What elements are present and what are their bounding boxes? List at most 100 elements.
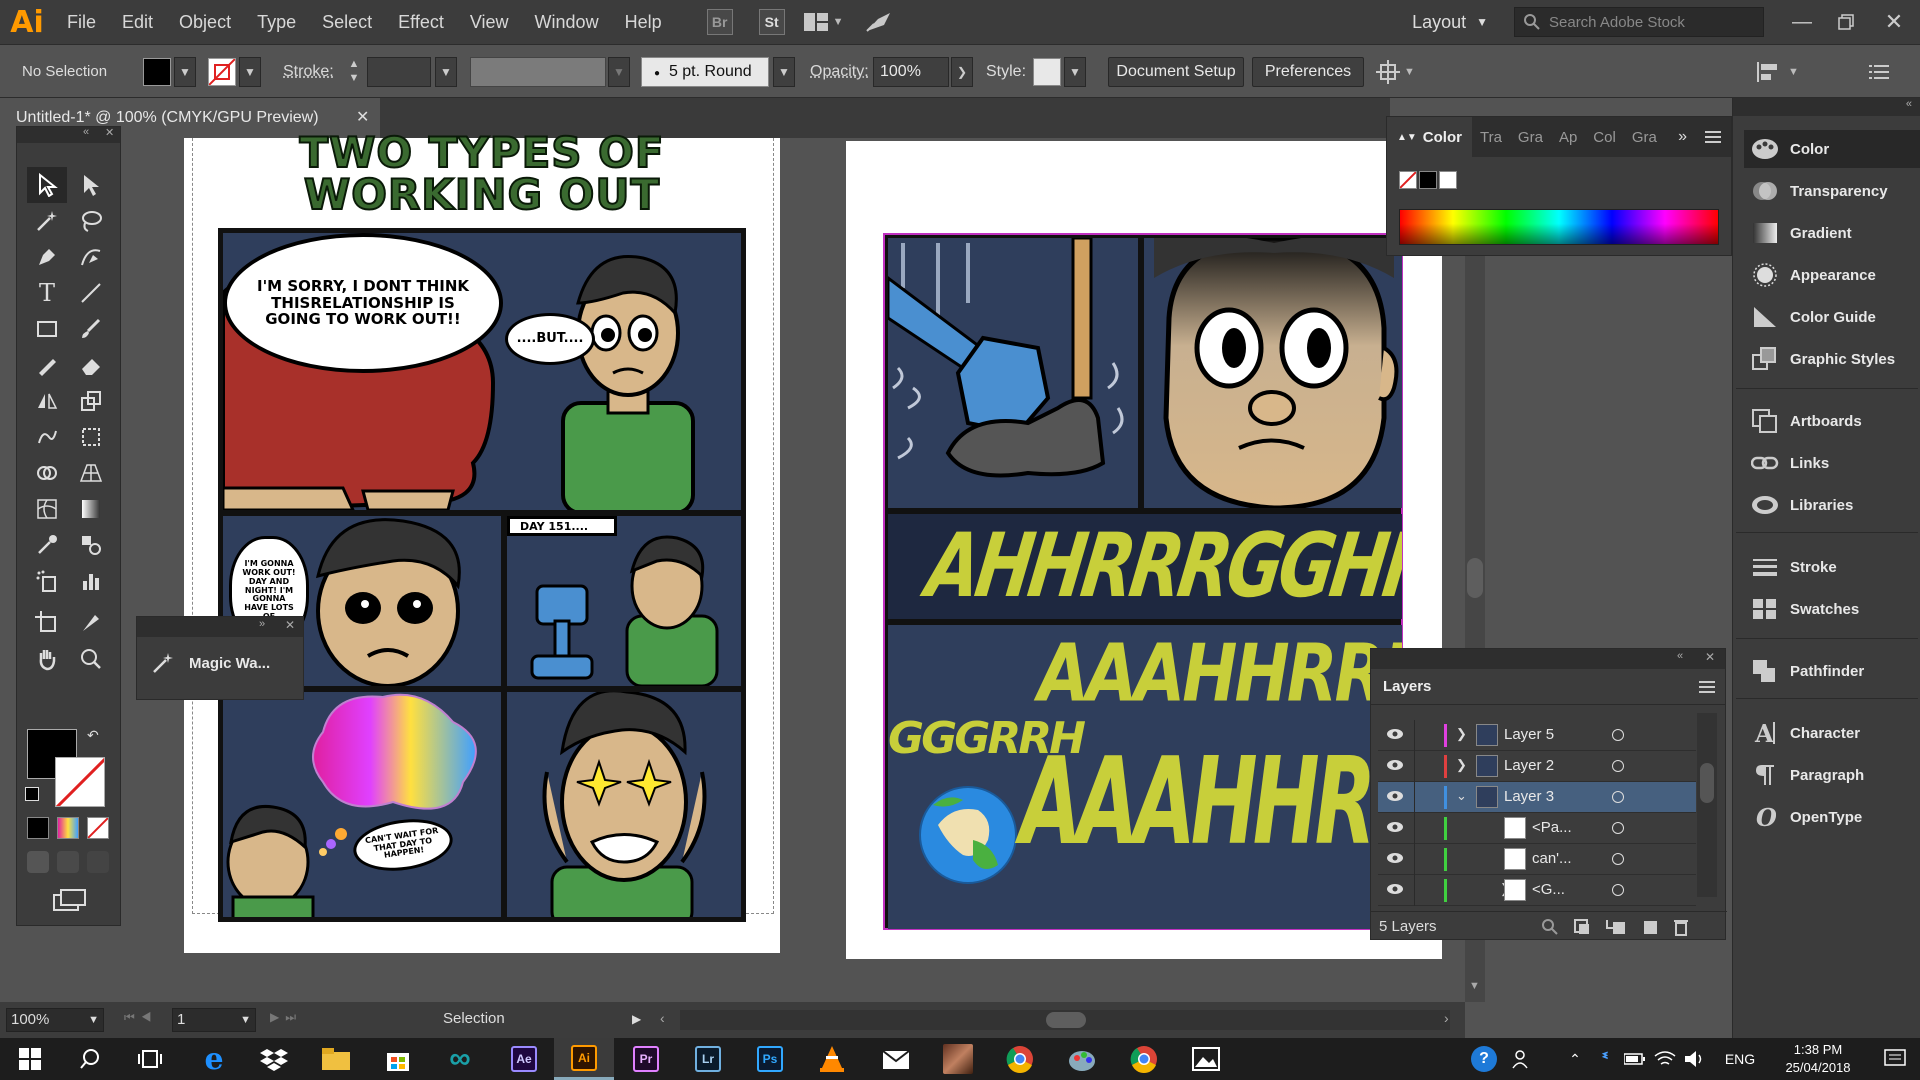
- search-taskbar-icon[interactable]: [60, 1038, 120, 1080]
- menu-edit[interactable]: Edit: [109, 0, 166, 44]
- tools-panel-header[interactable]: « ✕: [17, 126, 120, 143]
- premiere-icon[interactable]: Pr: [616, 1038, 676, 1080]
- blend-tool-icon[interactable]: [71, 527, 111, 563]
- curvature-tool-icon[interactable]: [71, 239, 111, 275]
- delete-layer-icon[interactable]: [1673, 918, 1689, 936]
- collapse-icon[interactable]: «: [83, 126, 89, 138]
- lock-column[interactable]: [1414, 782, 1415, 813]
- preferences-button[interactable]: Preferences: [1252, 57, 1364, 87]
- wifi-icon[interactable]: [1650, 1038, 1680, 1080]
- file-explorer-icon[interactable]: [306, 1038, 366, 1080]
- fill-swatch[interactable]: [143, 58, 171, 86]
- menu-type[interactable]: Type: [244, 0, 309, 44]
- chevron-down-icon[interactable]: ⌄: [1456, 788, 1467, 804]
- layer-name[interactable]: <Pa...: [1532, 819, 1572, 836]
- profile-dropdown[interactable]: ▼: [608, 57, 630, 87]
- volume-icon[interactable]: [1680, 1038, 1710, 1080]
- magic-wand-panel-tab[interactable]: Magic Wa...: [137, 637, 303, 689]
- eye-icon[interactable]: [1386, 852, 1404, 864]
- layers-tab[interactable]: Layers: [1371, 669, 1725, 705]
- close-panel-icon[interactable]: ✕: [105, 126, 114, 139]
- new-layer-icon[interactable]: [1641, 918, 1659, 936]
- tab-color-guide[interactable]: Col: [1585, 129, 1624, 146]
- lock-column[interactable]: [1414, 720, 1415, 751]
- draw-behind-icon[interactable]: [57, 851, 79, 873]
- align-icon[interactable]: ▼: [1756, 57, 1816, 87]
- document-setup-button[interactable]: Document Setup: [1108, 57, 1244, 87]
- layer-row[interactable]: ❯<G...: [1378, 875, 1696, 906]
- edge-browser-icon[interactable]: e: [184, 1038, 244, 1080]
- layer-row[interactable]: ❯ Layer 5: [1378, 720, 1696, 751]
- artboard-field[interactable]: 1 ▼: [172, 1008, 256, 1032]
- style-swatch[interactable]: [1033, 58, 1061, 86]
- color-mode-icon[interactable]: [27, 817, 49, 839]
- task-view-icon[interactable]: [120, 1038, 180, 1080]
- lock-column[interactable]: [1414, 875, 1415, 906]
- eye-icon[interactable]: [1386, 728, 1404, 740]
- stroke-weight-input[interactable]: [367, 57, 431, 87]
- target-icon[interactable]: [1612, 884, 1624, 896]
- bridge-button[interactable]: Br: [706, 9, 733, 35]
- mesh-tool-icon[interactable]: [27, 491, 67, 527]
- menu-effect[interactable]: Effect: [385, 0, 457, 44]
- chrome-icon[interactable]: [990, 1038, 1050, 1080]
- vlc-icon[interactable]: [802, 1038, 862, 1080]
- black-swatch[interactable]: [1419, 171, 1437, 189]
- stroke-color-swatch[interactable]: [55, 757, 105, 807]
- stroke-weight-stepper[interactable]: ▲ ▼: [343, 57, 365, 87]
- fill-dropdown[interactable]: ▼: [174, 57, 196, 87]
- brush-dropdown[interactable]: ▼: [773, 57, 795, 87]
- layer-name[interactable]: Layer 3: [1504, 788, 1554, 805]
- chevron-right-icon[interactable]: ❯: [1456, 757, 1467, 773]
- panel-button-opentype[interactable]: O OpenType: [1744, 798, 1920, 836]
- menu-window[interactable]: Window: [522, 0, 612, 44]
- artboard-1[interactable]: TWO TYPES OF WORKING OUT I'M SORRY, I DO…: [184, 131, 780, 953]
- eyedropper-tool-icon[interactable]: [27, 527, 67, 563]
- line-tool-icon[interactable]: [71, 275, 111, 311]
- panel-button-color[interactable]: Color: [1744, 130, 1920, 168]
- collapse-dock-icon[interactable]: «: [1906, 98, 1912, 110]
- eye-icon[interactable]: [1386, 790, 1404, 802]
- workspace-switcher[interactable]: Layout ▼: [1412, 12, 1488, 33]
- none-mode-icon[interactable]: [87, 817, 109, 839]
- type-tool-icon[interactable]: T: [27, 275, 67, 311]
- after-effects-icon[interactable]: Ae: [494, 1038, 554, 1080]
- dropbox-icon[interactable]: [244, 1038, 304, 1080]
- opacity-input[interactable]: 100%: [873, 57, 949, 87]
- close-window-button[interactable]: ✕: [1868, 9, 1920, 35]
- zoom-tool-icon[interactable]: [71, 641, 111, 677]
- bluetooth-icon[interactable]: ᓫ: [1590, 1038, 1620, 1080]
- scale-tool-icon[interactable]: [71, 383, 111, 419]
- layer-name[interactable]: Layer 5: [1504, 726, 1554, 743]
- paintbrush-tool-icon[interactable]: [71, 311, 111, 347]
- scroll-left-icon[interactable]: ‹: [660, 1010, 665, 1026]
- target-icon[interactable]: [1612, 853, 1624, 865]
- menu-object[interactable]: Object: [166, 0, 244, 44]
- panel-button-appearance[interactable]: Appearance: [1744, 256, 1920, 294]
- style-dropdown[interactable]: ▼: [1064, 57, 1086, 87]
- layers-menu-icon[interactable]: [1699, 680, 1715, 694]
- panel-button-paragraph[interactable]: Paragraph: [1744, 756, 1920, 794]
- start-button[interactable]: [0, 1038, 60, 1080]
- lock-column[interactable]: [1414, 844, 1415, 875]
- close-panel-icon[interactable]: ✕: [1705, 650, 1715, 664]
- illustrator-taskbar-icon[interactable]: Ai: [554, 1038, 614, 1080]
- mail-icon[interactable]: [866, 1038, 926, 1080]
- gradient-tool-icon[interactable]: [71, 491, 111, 527]
- stroke-dropdown[interactable]: ▼: [239, 57, 261, 87]
- artboard-2[interactable]: AHHRRRGGHHH!!!!! AAAHHRRRGG GGGRRH AAAHH…: [846, 141, 1442, 959]
- menu-view[interactable]: View: [457, 0, 522, 44]
- shape-builder-tool-icon[interactable]: [27, 455, 67, 491]
- tab-appearance[interactable]: Ap: [1551, 129, 1585, 146]
- panel-button-character[interactable]: A Character: [1744, 714, 1920, 752]
- opacity-label[interactable]: Opacity:: [810, 57, 869, 87]
- symbol-sprayer-tool-icon[interactable]: [27, 563, 67, 599]
- menu-help[interactable]: Help: [612, 0, 675, 44]
- gradient-mode-icon[interactable]: [57, 817, 79, 839]
- perspective-grid-tool-icon[interactable]: [71, 455, 111, 491]
- target-icon[interactable]: [1612, 822, 1624, 834]
- magic-wand-panel-header[interactable]: » ✕: [137, 617, 303, 637]
- hand-tool-icon[interactable]: [27, 641, 67, 677]
- free-transform-tool-icon[interactable]: [71, 419, 111, 455]
- eraser-tool-icon[interactable]: [71, 347, 111, 383]
